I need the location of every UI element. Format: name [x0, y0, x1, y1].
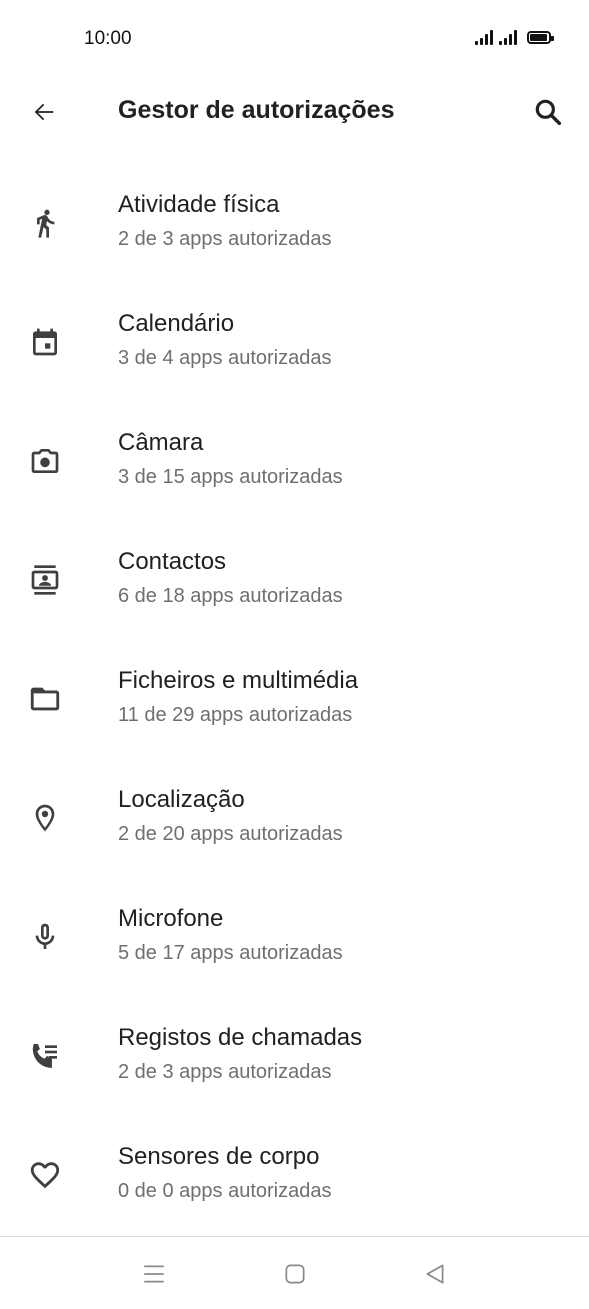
arrow-back-icon	[34, 103, 54, 121]
microphone-icon	[23, 915, 67, 959]
back-triangle-icon	[426, 1264, 444, 1284]
home-button[interactable]	[280, 1259, 310, 1289]
permission-list: Atividade física 2 de 3 apps autorizadas…	[0, 167, 589, 1238]
list-item-files[interactable]: Ficheiros e multimédia 11 de 29 apps aut…	[0, 643, 589, 762]
battery-icon	[527, 31, 554, 44]
back-button[interactable]	[24, 92, 64, 132]
menu-icon	[144, 1265, 164, 1283]
status-icons	[475, 29, 554, 45]
permission-title: Localização	[118, 786, 245, 813]
permission-subtitle: 5 de 17 apps autorizadas	[118, 942, 343, 964]
camera-icon	[23, 439, 67, 483]
nav-back-button[interactable]	[420, 1259, 450, 1289]
list-item-call-logs[interactable]: Registos de chamadas 2 de 3 apps autoriz…	[0, 1000, 589, 1119]
permission-title: Registos de chamadas	[118, 1024, 363, 1051]
permission-title: Contactos	[118, 548, 227, 575]
permission-subtitle: 2 de 3 apps autorizadas	[118, 1061, 332, 1083]
permission-title: Sensores de corpo	[118, 1143, 320, 1170]
permission-title: Atividade física	[118, 191, 280, 218]
location-icon	[23, 796, 67, 840]
recent-apps-button[interactable]	[139, 1259, 169, 1289]
calendar-icon	[23, 320, 67, 364]
permission-subtitle: 2 de 20 apps autorizadas	[118, 823, 343, 845]
permission-title: Ficheiros e multimédia	[118, 667, 359, 694]
permission-subtitle: 6 de 18 apps autorizadas	[118, 585, 343, 607]
list-item-body-sensors[interactable]: Sensores de corpo 0 de 0 apps autorizada…	[0, 1119, 589, 1238]
list-item-contacts[interactable]: Contactos 6 de 18 apps autorizadas	[0, 524, 589, 643]
app-bar: Gestor de autorizações	[0, 80, 589, 144]
page-title: Gestor de autorizações	[118, 96, 395, 124]
search-button[interactable]	[527, 91, 569, 133]
permission-subtitle: 3 de 15 apps autorizadas	[118, 466, 343, 488]
navigation-bar	[0, 1236, 589, 1309]
signal-icon	[499, 29, 517, 45]
list-item-location[interactable]: Localização 2 de 20 apps autorizadas	[0, 762, 589, 881]
list-item-calendar[interactable]: Calendário 3 de 4 apps autorizadas	[0, 286, 589, 405]
call-log-icon	[23, 1034, 67, 1078]
search-icon	[535, 99, 562, 126]
list-item-activity[interactable]: Atividade física 2 de 3 apps autorizadas	[0, 167, 589, 286]
permission-title: Câmara	[118, 429, 204, 456]
list-item-camera[interactable]: Câmara 3 de 15 apps autorizadas	[0, 405, 589, 524]
signal-icon	[475, 29, 493, 45]
status-bar: 10:00	[0, 0, 589, 80]
heart-icon	[23, 1153, 67, 1197]
permission-title: Microfone	[118, 905, 224, 932]
permission-subtitle: 3 de 4 apps autorizadas	[118, 347, 332, 369]
permission-subtitle: 2 de 3 apps autorizadas	[118, 228, 332, 250]
status-time: 10:00	[84, 28, 132, 49]
list-item-microphone[interactable]: Microfone 5 de 17 apps autorizadas	[0, 881, 589, 1000]
folder-icon	[23, 677, 67, 721]
permission-title: Calendário	[118, 310, 235, 337]
home-icon	[285, 1264, 305, 1284]
activity-icon	[23, 201, 67, 245]
permission-subtitle: 0 de 0 apps autorizadas	[118, 1180, 332, 1202]
contacts-icon	[23, 558, 67, 602]
permission-subtitle: 11 de 29 apps autorizadas	[118, 704, 353, 726]
